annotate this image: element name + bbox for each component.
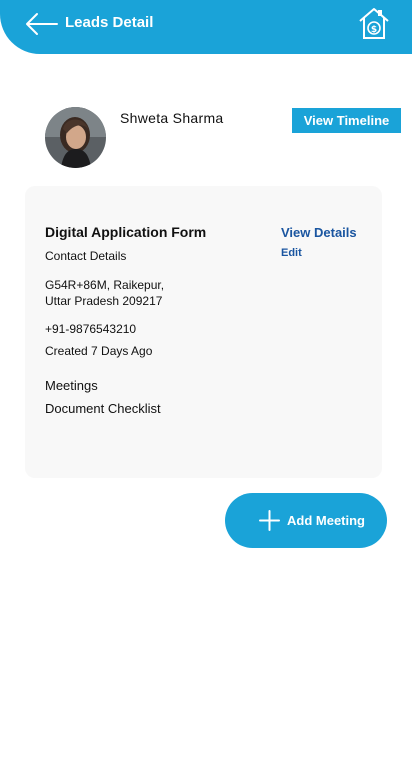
back-arrow-icon[interactable] (24, 12, 58, 36)
form-title: Digital Application Form (45, 224, 207, 240)
document-checklist-link[interactable]: Document Checklist (45, 401, 161, 416)
home-dollar-icon[interactable]: $ (358, 6, 390, 40)
meetings-link[interactable]: Meetings (45, 378, 98, 393)
address: G54R+86M, Raikepur, Uttar Pradesh 209217 (45, 277, 164, 309)
add-meeting-label: Add Meeting (287, 513, 365, 528)
page-title: Leads Detail (65, 14, 154, 31)
view-timeline-button[interactable]: View Timeline (292, 108, 401, 133)
plus-icon (259, 510, 280, 531)
phone-number: +91-9876543210 (45, 322, 137, 336)
address-line-2: Uttar Pradesh 209217 (45, 294, 163, 308)
edit-link[interactable]: Edit (281, 247, 302, 259)
app-header: Leads Detail $ (0, 0, 412, 54)
address-line-1: G54R+86M, Raikepur, (45, 278, 165, 292)
lead-name: Shweta Sharma (120, 110, 224, 126)
lead-details-card: Digital Application Form View Details Ed… (25, 186, 382, 478)
created-date: Created 7 Days Ago (45, 344, 153, 358)
lead-avatar (45, 107, 106, 168)
leads-detail-screen: Leads Detail $ Shweta Sharma View Timeli… (0, 0, 412, 778)
svg-text:$: $ (371, 25, 377, 35)
view-details-link[interactable]: View Details (281, 225, 357, 240)
add-meeting-button[interactable]: Add Meeting (225, 493, 387, 548)
contact-details-label: Contact Details (45, 249, 127, 263)
